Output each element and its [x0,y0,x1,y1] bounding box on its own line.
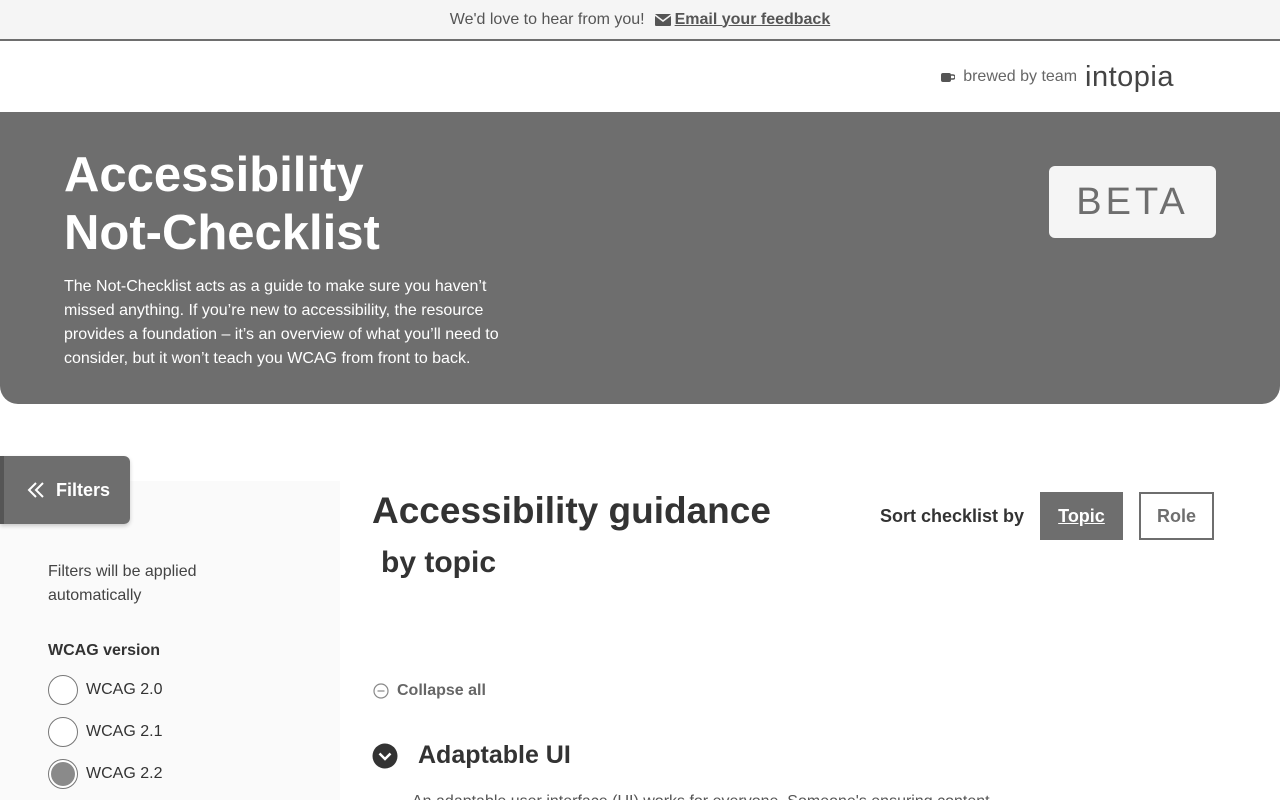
hero-banner: Accessibility Not-Checklist The Not-Chec… [0,112,1280,404]
filters-sidebar: Filters will be applied automatically WC… [0,481,340,800]
minus-circle-icon [373,683,389,699]
section-subheading: by topic [381,546,497,579]
sort-label: Sort checklist by [880,506,1025,526]
filters-note: Filters will be applied automatically [48,563,197,604]
filters-label: Filters [56,479,111,500]
beta-badge: BETA [1049,166,1216,238]
wcag-option-2-0[interactable]: WCAG 2.0 [48,675,162,705]
sort-topic-button[interactable]: Topic [1040,492,1123,540]
double-chevron-left-icon [27,482,44,498]
radio-button-checked[interactable] [48,759,78,789]
coffee-cup-icon [941,73,956,82]
feedback-banner: We'd love to hear from you! Email your f… [0,0,1280,41]
section-description: An adaptable user interface (UI) works f… [412,792,1052,800]
page-title-line2: Not-Checklist [64,206,380,260]
email-feedback-link[interactable]: Email your feedback [654,10,831,29]
intopia-logo: intopia [1085,60,1174,93]
wcag-option-label: WCAG 2.1 [86,723,163,740]
hero-description: The Not-Checklist acts as a guide to mak… [64,278,499,367]
wcag-option-label: WCAG 2.0 [86,681,163,698]
email-feedback-label: Email your feedback [674,10,831,28]
wcag-option-2-2[interactable]: WCAG 2.2 [48,759,162,789]
mail-icon [654,13,671,26]
page-title: Accessibility Not-Checklist [64,146,504,262]
brand-row: brewed by team intopia [0,41,1280,112]
chevron-down-circle-icon[interactable] [372,743,398,769]
collapse-all-button[interactable]: Collapse all [373,682,486,700]
section-heading: Accessibility guidance [372,490,771,531]
wcag-version-title: WCAG version [48,642,161,659]
section-title: Adaptable UI [418,741,571,769]
radio-button[interactable] [48,675,78,705]
page-title-line1: Accessibility [64,148,364,202]
feedback-message: We'd love to hear from you! [449,10,645,28]
wcag-option-label: WCAG 2.2 [86,765,163,782]
brand-credit[interactable]: brewed by team intopia [941,61,1174,93]
wcag-option-2-1[interactable]: WCAG 2.1 [48,717,162,747]
radio-button[interactable] [48,717,78,747]
brand-tagline: brewed by team [963,68,1078,85]
filters-toggle-button[interactable]: Filters [0,456,130,524]
section-adaptable-ui[interactable]: Adaptable UI [372,741,571,770]
sort-role-button[interactable]: Role [1139,492,1214,540]
collapse-all-label: Collapse all [397,682,486,699]
